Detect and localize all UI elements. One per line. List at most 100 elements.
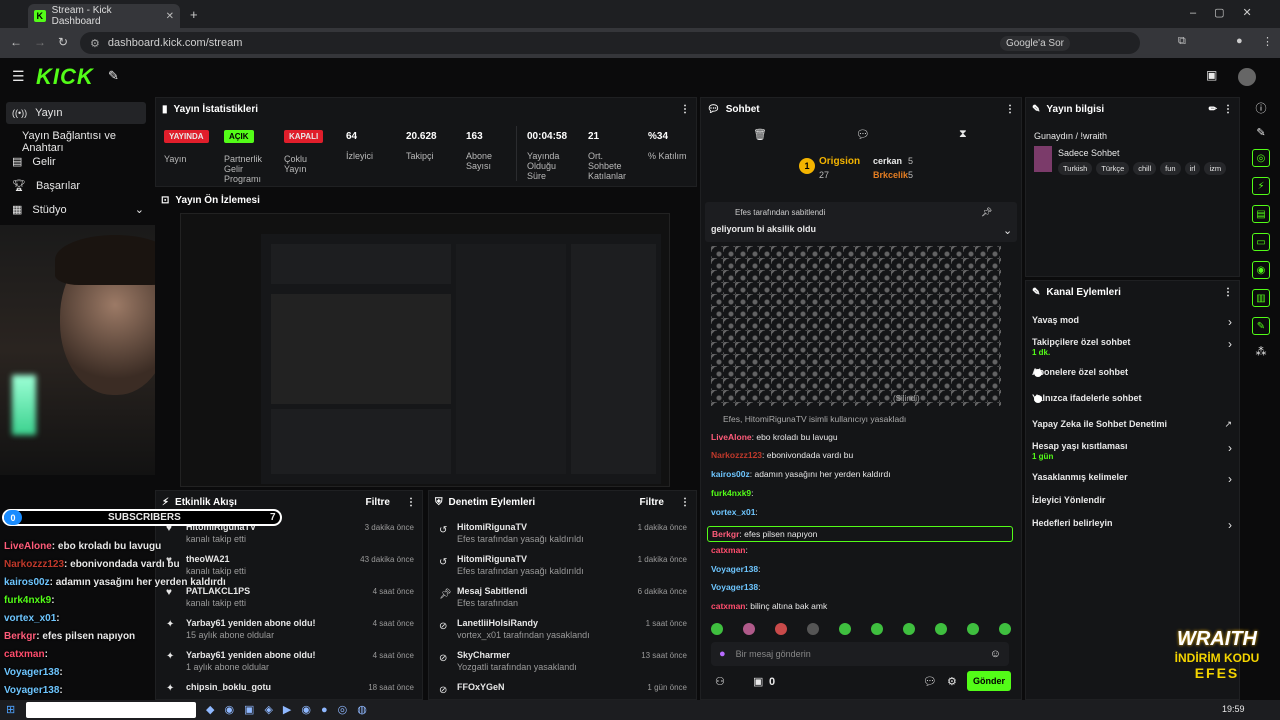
chat-message[interactable]: Narkozzz123: ebonivondada vardı bu (711, 450, 853, 460)
bolt-icon[interactable]: ⚡︎ (1252, 177, 1270, 195)
chat-rail-icon[interactable]: ▭ (1252, 233, 1270, 251)
emote-icon[interactable] (807, 623, 819, 635)
chevron-down-icon[interactable]: ⌄ (1003, 224, 1012, 237)
chevron-right-icon[interactable]: › (1228, 315, 1232, 329)
tag-chip[interactable]: izm (1204, 162, 1227, 175)
chat-message[interactable]: vortex_x01: (711, 507, 758, 517)
gift-icon[interactable]: ▣ (753, 675, 763, 688)
chevron-right-icon[interactable]: › (1228, 337, 1232, 351)
emote-icon[interactable] (711, 623, 723, 635)
chat-username[interactable]: kairos00z (711, 469, 750, 479)
external-link-icon[interactable]: ↗ (1224, 419, 1232, 430)
emote-icon[interactable] (903, 623, 915, 635)
sidebar-item-yayin[interactable]: ((•)) Yayın (6, 102, 146, 124)
send-button[interactable]: Gönder (967, 671, 1011, 691)
avatar[interactable] (1238, 68, 1256, 86)
extensions-icon[interactable]: ⧉ (1178, 35, 1186, 48)
kick-logo[interactable]: KICK (36, 64, 94, 90)
points-icon[interactable]: ⚇ (715, 675, 725, 688)
chevron-right-icon[interactable]: › (1228, 441, 1232, 455)
chat-username[interactable]: Voyager138 (711, 582, 758, 592)
google-ask-button[interactable]: Google'a Sor (999, 35, 1070, 51)
chat-input[interactable]: ● Bir mesaj gönderin ☺ (711, 642, 1009, 666)
document-icon[interactable]: ▤ (1252, 205, 1270, 223)
mic-icon[interactable]: ● (719, 648, 726, 660)
emote-icon[interactable] (871, 623, 883, 635)
nodes-icon[interactable]: ⁂ (1256, 345, 1267, 358)
filter-button[interactable]: Filtre (640, 497, 664, 508)
chevron-right-icon[interactable]: › (1228, 518, 1232, 532)
more-icon[interactable]: ⋮ (1223, 287, 1233, 298)
tag-chip[interactable]: Turkish (1058, 162, 1093, 175)
chat-message[interactable]: LiveAlone: ebo kroladı bu lavugu (711, 432, 838, 442)
activity-item[interactable]: ✦ Yarbay61 yeniden abone oldu! 15 aylık ab… (156, 615, 422, 645)
chat-username[interactable]: Narkozzz123 (711, 450, 762, 460)
creator-tools-icon[interactable]: ✎ (108, 68, 119, 84)
sidebar-item-studyo[interactable]: ▦ Stüdyo ⌄ (12, 203, 144, 217)
emote-icon[interactable] (839, 623, 851, 635)
chat-username[interactable]: Voyager138 (711, 564, 758, 574)
activity-item[interactable]: ✦ Yarbay61 yeniden abone oldu! 1 aylık abo… (156, 647, 422, 677)
sidebar-item-stream-key[interactable]: Yayın Bağlantısı ve Anahtarı (22, 130, 154, 154)
emote-icon[interactable] (967, 623, 979, 635)
timer-icon[interactable]: ⧗ (959, 128, 967, 141)
more-icon[interactable]: ⋮ (680, 497, 690, 508)
chat-message[interactable]: Voyager138: (711, 582, 760, 592)
broadcast-rail-icon[interactable]: ◉ (1252, 261, 1270, 279)
tag-chip[interactable]: chill (1133, 162, 1157, 175)
emote-icon[interactable] (935, 623, 947, 635)
stream-preview-video[interactable] (180, 213, 670, 487)
edit-icon[interactable]: ✏︎ (1209, 104, 1217, 115)
chat-username[interactable]: vortex_x01 (711, 507, 755, 517)
browser-tab[interactable]: K Stream - Kick Dashboard ✕ (28, 4, 180, 28)
chat-message[interactable]: catxman: bilinç altına bak amk (711, 601, 827, 611)
chat-message[interactable]: catxman: (711, 545, 748, 555)
chat-username[interactable]: catxman (711, 601, 746, 611)
hamburger-icon[interactable]: ☰ (12, 68, 25, 85)
windows-start-icon[interactable]: ⊞ (6, 703, 15, 716)
moderation-item[interactable]: ⊘ LanetliiHolsiRandy vortex_x01 tarafından… (429, 615, 695, 645)
sidebar-item-basarilar[interactable]: 🏆︎ Başarılar (12, 179, 80, 193)
back-icon[interactable]: ← (10, 35, 22, 49)
channel-action-item[interactable]: Hesap yaşı kısıtlaması 1 gün › (1032, 441, 1232, 461)
emote-icon[interactable] (999, 623, 1011, 635)
close-tab-icon[interactable]: ✕ (166, 11, 174, 22)
chat-username[interactable]: catxman (711, 545, 746, 555)
chat-message[interactable]: Voyager138: (711, 564, 760, 574)
chevron-right-icon[interactable]: › (1228, 472, 1232, 486)
emoji-icon[interactable]: ☺ (990, 648, 1001, 660)
camera-icon[interactable]: ◎ (1252, 149, 1270, 167)
chat-message[interactable]: kairos00z: adamın yasağını her yerden ka… (711, 469, 891, 479)
tag-chip[interactable]: irl (1184, 162, 1201, 175)
channel-action-item[interactable]: Yavaş mod › (1032, 315, 1232, 335)
gear-icon[interactable]: ⚙ (947, 675, 957, 688)
emote-icon[interactable] (775, 623, 787, 635)
channel-action-item[interactable]: Takipçilere özel sohbet 1 dk. › (1032, 337, 1232, 357)
emote-icon[interactable] (743, 623, 755, 635)
chat-username[interactable]: LiveAlone (711, 432, 752, 442)
taskbar-search[interactable] (26, 702, 196, 718)
server-icon[interactable]: ▥ (1252, 289, 1270, 307)
channel-action-item[interactable]: İzleyici Yönlendir (1032, 495, 1232, 515)
new-tab-icon[interactable]: + (190, 7, 198, 22)
channel-action-item[interactable]: Yalnızca ifadelerle sohbet (1032, 393, 1232, 413)
tag-chip[interactable]: fun (1160, 162, 1181, 175)
moderation-item[interactable]: ↺ HitomiRigunaTV Efes tarafından yasağı ka… (429, 519, 695, 549)
moderation-item[interactable]: ⊘ SkyCharmer Yozgatli tarafından yasakland… (429, 647, 695, 677)
pencil-icon[interactable]: ✎ (1256, 126, 1265, 139)
site-info-icon[interactable]: ⚙ (90, 37, 100, 50)
chat-username[interactable]: furk4nxk9 (711, 488, 751, 498)
profile-icon[interactable]: ● (1236, 35, 1243, 47)
sidebar-item-gelir[interactable]: ▤ Gelir (12, 155, 56, 169)
kick-studio-icon[interactable]: ▣ (1206, 68, 1217, 82)
more-icon[interactable]: ⋮ (1223, 104, 1233, 115)
more-icon[interactable]: ⋮ (1005, 104, 1015, 115)
moderation-item[interactable]: ↺ HitomiRigunaTV Efes tarafından yasağı ka… (429, 551, 695, 581)
tag-chip[interactable]: Türkçe (1096, 162, 1130, 175)
channel-action-item[interactable]: Yapay Zeka ile Sohbet Denetimi ↗ (1032, 419, 1232, 439)
menu-icon[interactable]: ⋮ (1262, 35, 1273, 48)
window-controls[interactable]: –▢✕ (1190, 6, 1270, 19)
moderation-item[interactable]: 📌︎ Mesaj Sabitlendi Efes tarafından 6 dakik… (429, 583, 695, 613)
chat-settings-icon[interactable]: 💬︎ (923, 675, 937, 688)
tool-icon[interactable]: ✎ (1252, 317, 1270, 335)
